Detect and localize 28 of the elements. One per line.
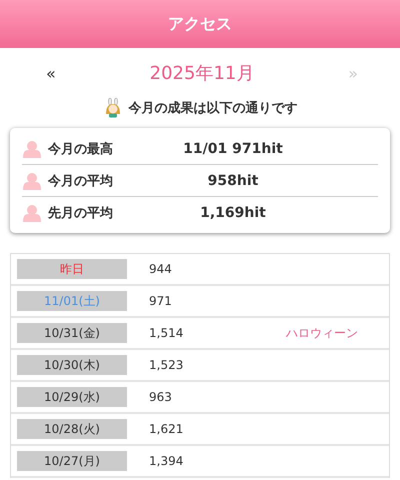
hit-count: 1,394 [148, 454, 184, 468]
summary-value: 11/01 971hit [182, 140, 284, 156]
hit-count: 963 [148, 390, 173, 404]
summary-label: 先月の平均 [48, 204, 114, 222]
hit-count: 1,621 [148, 422, 184, 436]
person-icon [22, 202, 42, 222]
summary-heading: 今月の成果は以下の通りです [128, 100, 298, 117]
date-label: 10/31(金) [17, 323, 127, 343]
date-label: 昨日 [17, 259, 127, 279]
date-label: 10/29(水) [17, 387, 127, 407]
summary-label: 今月の平均 [48, 172, 114, 190]
month-title: 2025年11月 [150, 62, 254, 85]
page-title: アクセス [168, 14, 232, 34]
hit-count: 1,523 [148, 358, 184, 372]
event-note: ハロウィーン [286, 324, 358, 342]
summary-label: 今月の最高 [48, 140, 114, 158]
date-label: 11/01(土) [17, 291, 127, 311]
hit-count: 1,514 [148, 326, 184, 340]
summary-value: 1,169hit [199, 204, 267, 220]
person-icon [22, 138, 42, 158]
hit-count: 944 [148, 262, 173, 276]
hit-count: 971 [148, 294, 173, 308]
date-label: 10/27(月) [17, 451, 127, 471]
previous-month-button[interactable]: « [44, 64, 58, 82]
person-icon [22, 170, 42, 190]
summary-value: 958hit [206, 172, 260, 188]
date-label: 10/30(木) [17, 355, 127, 375]
date-label: 10/28(火) [17, 419, 127, 439]
